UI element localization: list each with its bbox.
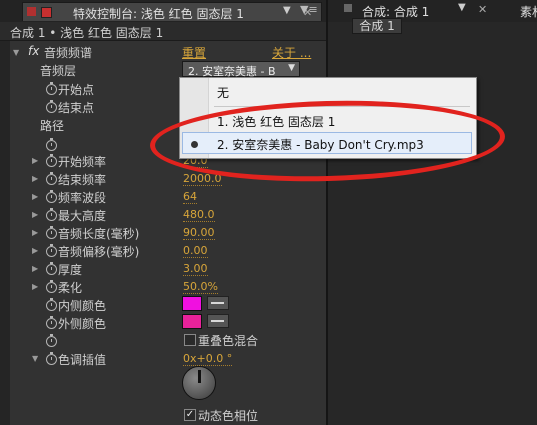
expand-arrow-icon[interactable]: ▼ bbox=[32, 354, 38, 363]
expand-arrow-icon[interactable]: ▶ bbox=[32, 156, 38, 165]
property-value[interactable]: 480.0 bbox=[183, 209, 215, 222]
property-value[interactable]: 0x+0.0 ° bbox=[183, 353, 233, 366]
property-label: 音频长度(毫秒) bbox=[58, 227, 140, 241]
stopwatch-icon[interactable] bbox=[46, 226, 57, 239]
stopwatch-icon[interactable] bbox=[46, 208, 57, 221]
stopwatch-icon[interactable] bbox=[46, 298, 57, 311]
property-label: 结束频率 bbox=[58, 173, 107, 187]
stopwatch-icon[interactable] bbox=[46, 244, 57, 257]
blend-checkbox[interactable] bbox=[184, 334, 196, 346]
property-value[interactable]: 90.00 bbox=[183, 227, 215, 240]
property-label: 结束点 bbox=[58, 101, 95, 115]
property-label: 频率波段 bbox=[58, 191, 107, 205]
expand-arrow-icon[interactable]: ▶ bbox=[32, 282, 38, 291]
stopwatch-icon[interactable] bbox=[46, 190, 57, 203]
stopwatch-icon[interactable] bbox=[46, 172, 57, 185]
top-tab-bar: 特效控制台: 浅色 红色 固态层 1 ▼ ✕ ▼≡ 合成: 合成 1 ▼ ✕ 素… bbox=[0, 0, 537, 23]
property-label: 最大高度 bbox=[58, 209, 107, 223]
property-value[interactable]: 3.00 bbox=[183, 263, 208, 276]
stopwatch-icon[interactable] bbox=[46, 262, 57, 275]
stopwatch-icon[interactable] bbox=[46, 280, 57, 293]
property-label: 开始点 bbox=[58, 83, 95, 97]
panel-menu-icon[interactable]: ▼≡ bbox=[300, 3, 318, 16]
expand-arrow-icon[interactable]: ▶ bbox=[32, 210, 38, 219]
about-button[interactable]: 关于 ... bbox=[272, 44, 311, 61]
property-label: 厚度 bbox=[58, 263, 83, 277]
audio-layer-dropdown[interactable]: 2. 安室奈美惠 - B ▼ bbox=[182, 61, 300, 78]
close-comp-tab-icon[interactable]: ✕ bbox=[478, 3, 487, 16]
tab-effect-controls-label: 特效控制台: 浅色 红色 固态层 1 bbox=[73, 7, 244, 21]
expand-arrow-icon[interactable]: ▶ bbox=[32, 174, 38, 183]
effect-name: 音频频谱 bbox=[44, 46, 93, 60]
chevron-down-icon: ▼ bbox=[288, 63, 295, 73]
property-label: 外侧颜色 bbox=[58, 317, 107, 331]
inside-color-swatch[interactable] bbox=[182, 296, 202, 311]
lock-icon-comp[interactable] bbox=[344, 4, 352, 12]
stopwatch-icon[interactable] bbox=[46, 82, 57, 95]
lock-icon[interactable] bbox=[27, 7, 36, 16]
stopwatch-icon[interactable] bbox=[46, 316, 57, 329]
property-label: 路径 bbox=[40, 119, 65, 133]
property-label: 开始频率 bbox=[58, 155, 107, 169]
stopwatch-icon[interactable] bbox=[46, 352, 57, 365]
property-label: 色调插值 bbox=[58, 353, 107, 367]
fx-icon[interactable]: fx bbox=[28, 44, 39, 58]
tab-effect-controls[interactable]: 特效控制台: 浅色 红色 固态层 1 ▼ ✕ bbox=[22, 2, 322, 21]
blend-label: 重叠色混合 bbox=[198, 334, 259, 348]
expand-arrow-icon[interactable]: ▶ bbox=[32, 228, 38, 237]
audio-layer-label: 音频层 bbox=[40, 64, 77, 78]
breadcrumb-bar: 合成 1 • 浅色 红色 固态层 1 bbox=[0, 22, 326, 41]
property-label: 音频偏移(毫秒) bbox=[58, 245, 140, 259]
left-gutter bbox=[0, 22, 10, 425]
reset-button[interactable]: 重置 bbox=[182, 44, 206, 61]
property-value[interactable]: 0.00 bbox=[183, 245, 208, 258]
stopwatch-icon[interactable] bbox=[46, 154, 57, 167]
dynamic-hue-checkbox[interactable]: ✓ bbox=[184, 409, 196, 421]
tab-comp-menu-icon[interactable]: ▼ bbox=[458, 2, 466, 13]
expand-arrow-icon[interactable]: ▶ bbox=[32, 192, 38, 201]
outside-color-swatch[interactable] bbox=[182, 314, 202, 329]
comp-subtab[interactable]: 合成 1 bbox=[352, 18, 402, 34]
layer-color-icon bbox=[41, 7, 52, 18]
stopwatch-icon[interactable] bbox=[46, 138, 57, 151]
collapse-arrow[interactable]: ▼ bbox=[13, 48, 19, 57]
expand-arrow-icon[interactable]: ▶ bbox=[32, 246, 38, 255]
property-value[interactable]: 50.0% bbox=[183, 281, 218, 294]
tab-footage-label[interactable]: 素材 bbox=[520, 3, 537, 20]
eyedropper-icon-2[interactable] bbox=[207, 314, 229, 328]
hue-interpolation-dial[interactable] bbox=[182, 366, 216, 400]
expand-arrow-icon[interactable]: ▶ bbox=[32, 264, 38, 273]
property-value[interactable]: 64 bbox=[183, 191, 197, 204]
stopwatch-icon[interactable] bbox=[46, 334, 57, 347]
property-label: 柔化 bbox=[58, 281, 83, 295]
stopwatch-icon[interactable] bbox=[46, 100, 57, 113]
breadcrumb: 合成 1 • 浅色 红色 固态层 1 bbox=[10, 26, 164, 40]
popup-item-none[interactable]: 无 bbox=[209, 80, 475, 102]
tab-menu-icon[interactable]: ▼ bbox=[283, 5, 291, 16]
property-label: 内侧颜色 bbox=[58, 299, 107, 313]
popup-item-none-label: 无 bbox=[217, 86, 230, 100]
dynamic-hue-label: 动态色相位 bbox=[198, 409, 259, 423]
eyedropper-icon[interactable] bbox=[207, 296, 229, 310]
